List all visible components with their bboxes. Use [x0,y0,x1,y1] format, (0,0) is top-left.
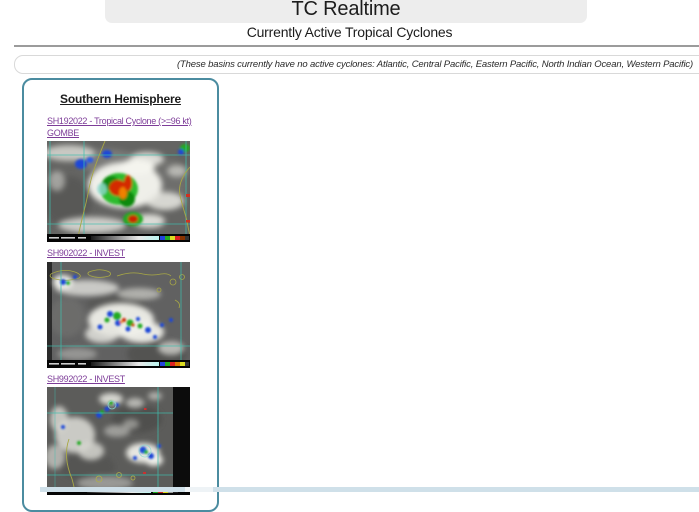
horizontal-scrollbar-thumb[interactable] [185,487,213,492]
horizontal-divider [14,45,699,47]
enhanced-ir-satellite-graphic [47,141,190,242]
storm-link-sh192022[interactable]: SH192022 - Tropical Cyclone (>=96 kt) GO… [47,116,209,139]
storm-entry-sh902022: SH902022 - INVEST [47,248,217,368]
enhanced-ir-satellite-graphic [47,262,190,368]
satellite-thumbnail-sh902022[interactable] [47,262,190,368]
horizontal-scrollbar[interactable] [40,487,699,492]
southern-hemisphere-panel: Southern Hemisphere SH192022 - Tropical … [22,78,219,512]
enhanced-ir-satellite-graphic [47,387,190,495]
storm-link-sh902022[interactable]: SH902022 - INVEST [47,248,209,260]
inactive-basins-note-box: (These basins currently have no active c… [14,55,699,74]
page-title: TC Realtime [292,0,401,23]
satellite-thumbnail-sh192022-gombe[interactable] [47,141,190,242]
storm-link-line1: SH992022 - INVEST [47,374,209,386]
panel-heading: Southern Hemisphere [24,92,217,106]
storm-entry-sh192022: SH192022 - Tropical Cyclone (>=96 kt) GO… [47,116,217,242]
storm-link-sh992022[interactable]: SH992022 - INVEST [47,374,209,386]
page-subtitle: Currently Active Tropical Cyclones [0,24,699,40]
storm-link-line2: GOMBE [47,128,209,140]
inactive-basins-note: (These basins currently have no active c… [15,59,699,70]
page-title-banner: TC Realtime [105,0,587,23]
storm-link-line1: SH192022 - Tropical Cyclone (>=96 kt) [47,116,209,128]
storm-link-line1: SH902022 - INVEST [47,248,209,260]
satellite-thumbnail-sh992022[interactable] [47,387,190,495]
storm-entry-sh992022: SH992022 - INVEST [47,374,217,496]
